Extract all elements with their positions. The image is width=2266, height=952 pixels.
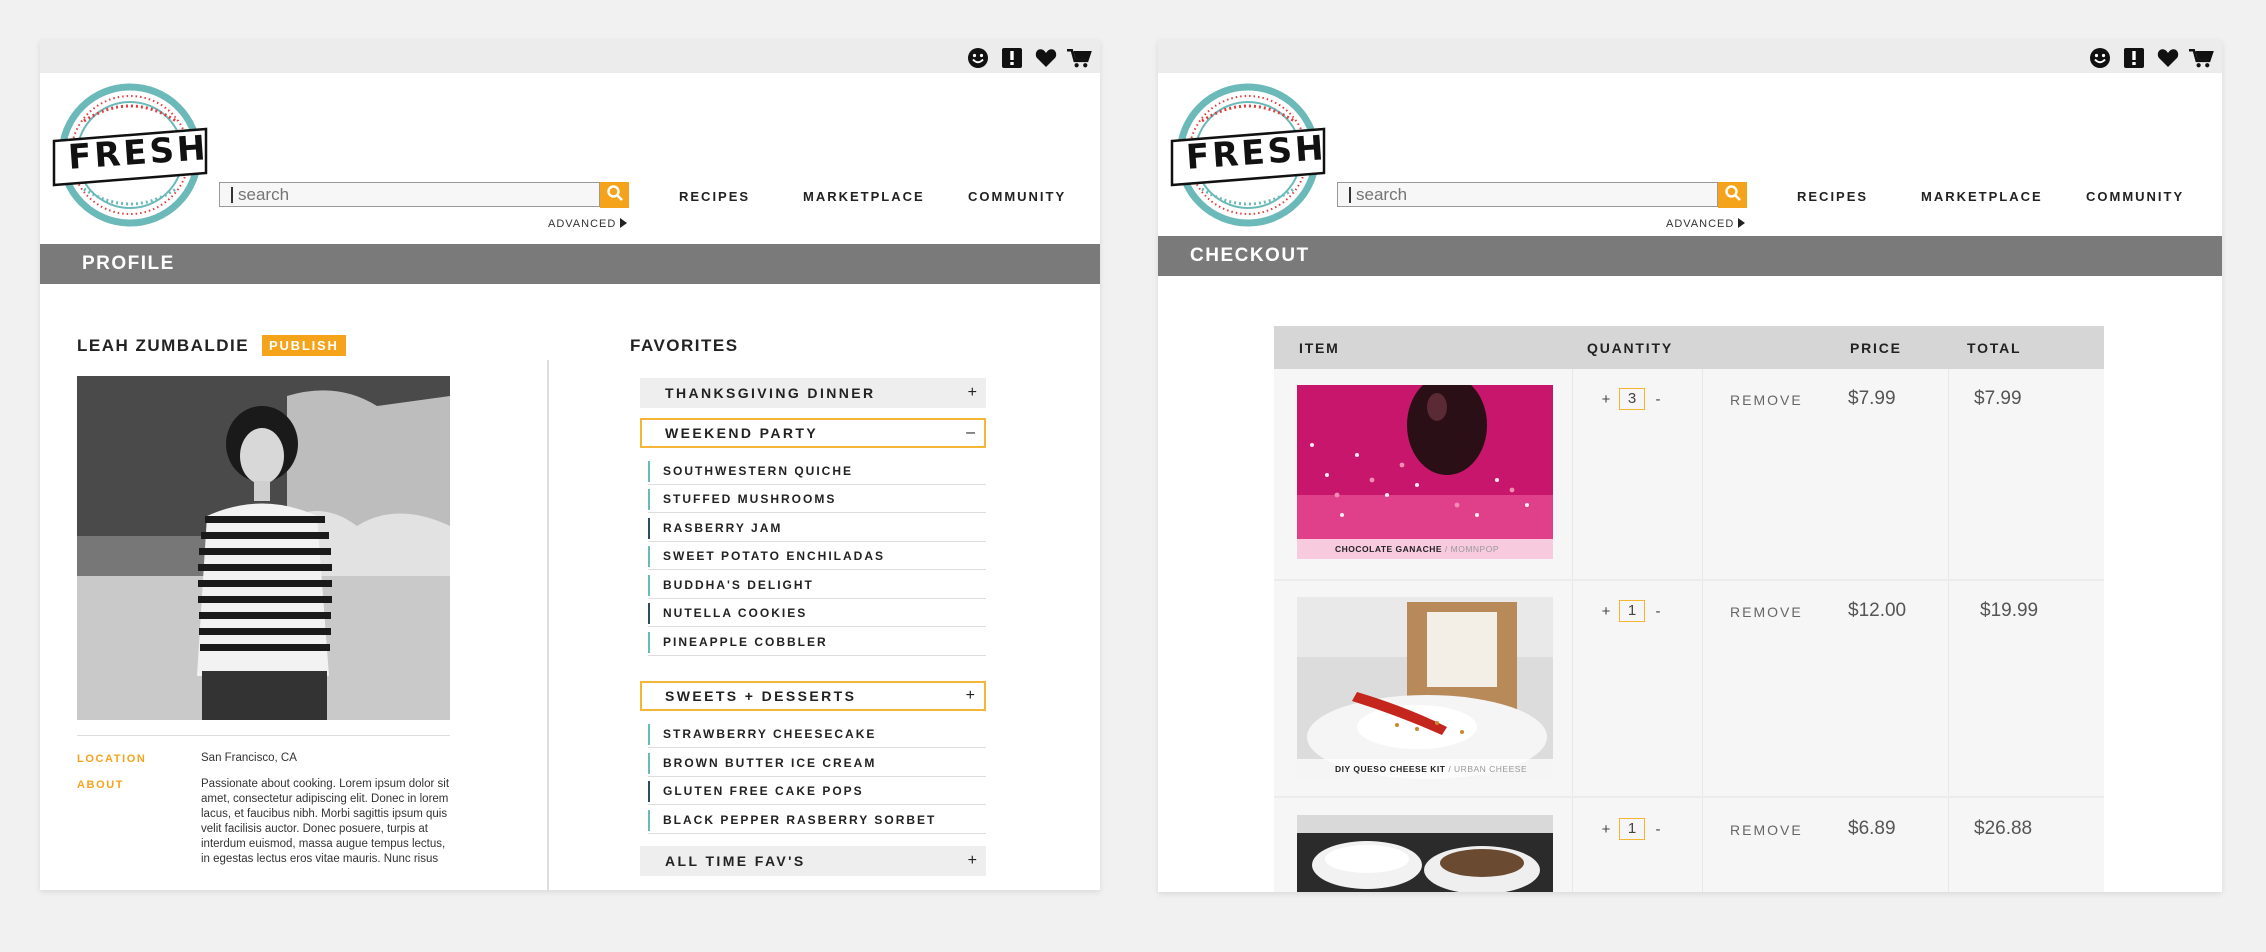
product-name: CHOCOLATE GANACHE — [1335, 544, 1443, 554]
triangle-right-icon — [620, 218, 628, 228]
column-total: TOTAL — [1967, 340, 2022, 356]
heart-icon[interactable] — [1033, 45, 1058, 70]
favorite-item[interactable]: BROWN BUTTER ICE CREAM — [648, 749, 986, 777]
item-price: $6.89 — [1848, 818, 1896, 839]
favorites-section-all-time[interactable]: ALL TIME FAV'S + — [640, 846, 986, 876]
remove-button[interactable]: REMOVE — [1730, 392, 1803, 408]
remove-button[interactable]: REMOVE — [1730, 822, 1803, 838]
top-utility-bar — [40, 40, 1100, 73]
search-button[interactable] — [600, 182, 629, 208]
nav-community[interactable]: COMMUNITY — [2086, 189, 2184, 204]
product-image[interactable] — [1297, 815, 1553, 892]
quantity-stepper: + 1 - — [1601, 600, 1663, 622]
nav-recipes[interactable]: RECIPES — [1797, 189, 1868, 204]
nav-recipes[interactable]: RECIPES — [679, 189, 750, 204]
advanced-search-link[interactable]: ADVANCED — [1666, 218, 1746, 230]
column-item: ITEM — [1299, 340, 1340, 356]
item-price: $7.99 — [1848, 388, 1896, 409]
profile-divider — [77, 735, 450, 736]
product-name: DIY QUESO CHEESE KIT — [1335, 764, 1446, 774]
alert-icon[interactable] — [2121, 45, 2146, 70]
favorites-title: FAVORITES — [630, 336, 739, 355]
column-price: PRICE — [1850, 340, 1902, 356]
increase-button[interactable]: + — [1601, 391, 1611, 408]
favorite-item[interactable]: PINEAPPLE COBBLER — [648, 628, 986, 656]
cart-icon[interactable] — [1067, 45, 1092, 70]
favorite-item[interactable]: NUTELLA COOKIES — [648, 599, 986, 627]
favorites-section-weekend-party[interactable]: WEEKEND PARTY – — [640, 418, 986, 448]
decrease-button[interactable]: - — [1653, 603, 1663, 620]
favorite-item[interactable]: STUFFED MUSHROOMS — [648, 485, 986, 513]
nav-community[interactable]: COMMUNITY — [968, 189, 1066, 204]
product-vendor: / MOMNPOP — [1442, 544, 1499, 554]
column-divider — [547, 360, 549, 890]
fresh-logo[interactable]: FRESH — [1168, 81, 1328, 229]
advanced-search-link[interactable]: ADVANCED — [548, 218, 628, 230]
collapse-icon[interactable]: – — [966, 420, 975, 446]
search-input[interactable] — [220, 183, 599, 206]
search-icon — [1724, 184, 1742, 207]
section-header: PROFILE — [40, 244, 1100, 284]
favorite-item[interactable]: SOUTHWESTERN QUICHE — [648, 457, 986, 485]
heart-icon[interactable] — [2155, 45, 2180, 70]
nav-marketplace[interactable]: MARKETPLACE — [1921, 189, 2043, 204]
quantity-value[interactable]: 3 — [1619, 388, 1645, 410]
favorite-item[interactable]: BUDDHA'S DELIGHT — [648, 571, 986, 599]
quantity-stepper: + 3 - — [1601, 388, 1663, 410]
about-label: ABOUT — [77, 779, 125, 791]
about-text: Passionate about cooking. Lorem ipsum do… — [201, 778, 450, 865]
checkout-window: FRESH ADVANCED RECIPES MARKETPLACE COMMU… — [1158, 40, 2222, 892]
favorite-item[interactable]: BLACK PEPPER RASBERRY SORBET — [648, 806, 986, 834]
search-button[interactable] — [1718, 182, 1747, 208]
search-field[interactable] — [1337, 182, 1718, 207]
favorites-section-sweets-desserts[interactable]: SWEETS + DESSERTS + — [640, 681, 986, 711]
quantity-value[interactable]: 1 — [1619, 600, 1645, 622]
item-total: $7.99 — [1974, 388, 2022, 409]
favorite-item[interactable]: SWEET POTATO ENCHILADAS — [648, 542, 986, 570]
product-image[interactable]: CHOCOLATE GANACHE / MOMNPOP — [1297, 385, 1553, 559]
increase-button[interactable]: + — [1601, 821, 1611, 838]
favorite-item[interactable]: STRAWBERRY CHEESECAKE — [648, 720, 986, 748]
column-quantity: QUANTITY — [1587, 340, 1673, 356]
search-field[interactable] — [219, 182, 600, 207]
search-input[interactable] — [1338, 183, 1717, 206]
profile-photo — [77, 376, 450, 720]
quantity-value[interactable]: 1 — [1619, 818, 1645, 840]
search-icon — [606, 184, 624, 207]
smiley-icon[interactable] — [965, 45, 990, 70]
location-label: LOCATION — [77, 753, 147, 765]
product-image[interactable]: DIY QUESO CHEESE KIT / URBAN CHEESE — [1297, 597, 1553, 779]
profile-window: FRESH ADVANCED RECIPES MARKETPLACE COMMU… — [40, 40, 1100, 890]
cart-table-header: ITEM QUANTITY PRICE TOTAL — [1274, 326, 2104, 369]
decrease-button[interactable]: - — [1653, 391, 1663, 408]
favorite-item[interactable]: RASBERRY JAM — [648, 514, 986, 542]
item-total: $26.88 — [1974, 818, 2033, 839]
section-header: CHECKOUT — [1158, 236, 2222, 276]
location-value: San Francisco, CA — [201, 752, 297, 764]
item-price: $12.00 — [1848, 600, 1907, 621]
quantity-stepper: + 1 - — [1601, 818, 1663, 840]
publish-button[interactable]: PUBLISH — [262, 335, 346, 356]
triangle-right-icon — [1738, 218, 1746, 228]
item-total: $19.99 — [1980, 600, 2039, 621]
nav-marketplace[interactable]: MARKETPLACE — [803, 189, 925, 204]
product-vendor: / URBAN CHEESE — [1445, 764, 1528, 774]
expand-icon[interactable]: + — [968, 378, 977, 408]
remove-button[interactable]: REMOVE — [1730, 604, 1803, 620]
decrease-button[interactable]: - — [1653, 821, 1663, 838]
profile-name: LEAH ZUMBALDIE — [77, 336, 250, 355]
alert-icon[interactable] — [999, 45, 1024, 70]
expand-icon[interactable]: + — [966, 683, 975, 709]
favorite-item[interactable]: GLUTEN FREE CAKE POPS — [648, 777, 986, 805]
favorites-section-thanksgiving[interactable]: THANKSGIVING DINNER + — [640, 378, 986, 408]
cart-icon[interactable] — [2189, 45, 2214, 70]
expand-icon[interactable]: + — [968, 846, 977, 876]
fresh-logo[interactable]: FRESH — [50, 81, 210, 229]
top-utility-bar — [1158, 40, 2222, 73]
increase-button[interactable]: + — [1601, 603, 1611, 620]
smiley-icon[interactable] — [2087, 45, 2112, 70]
